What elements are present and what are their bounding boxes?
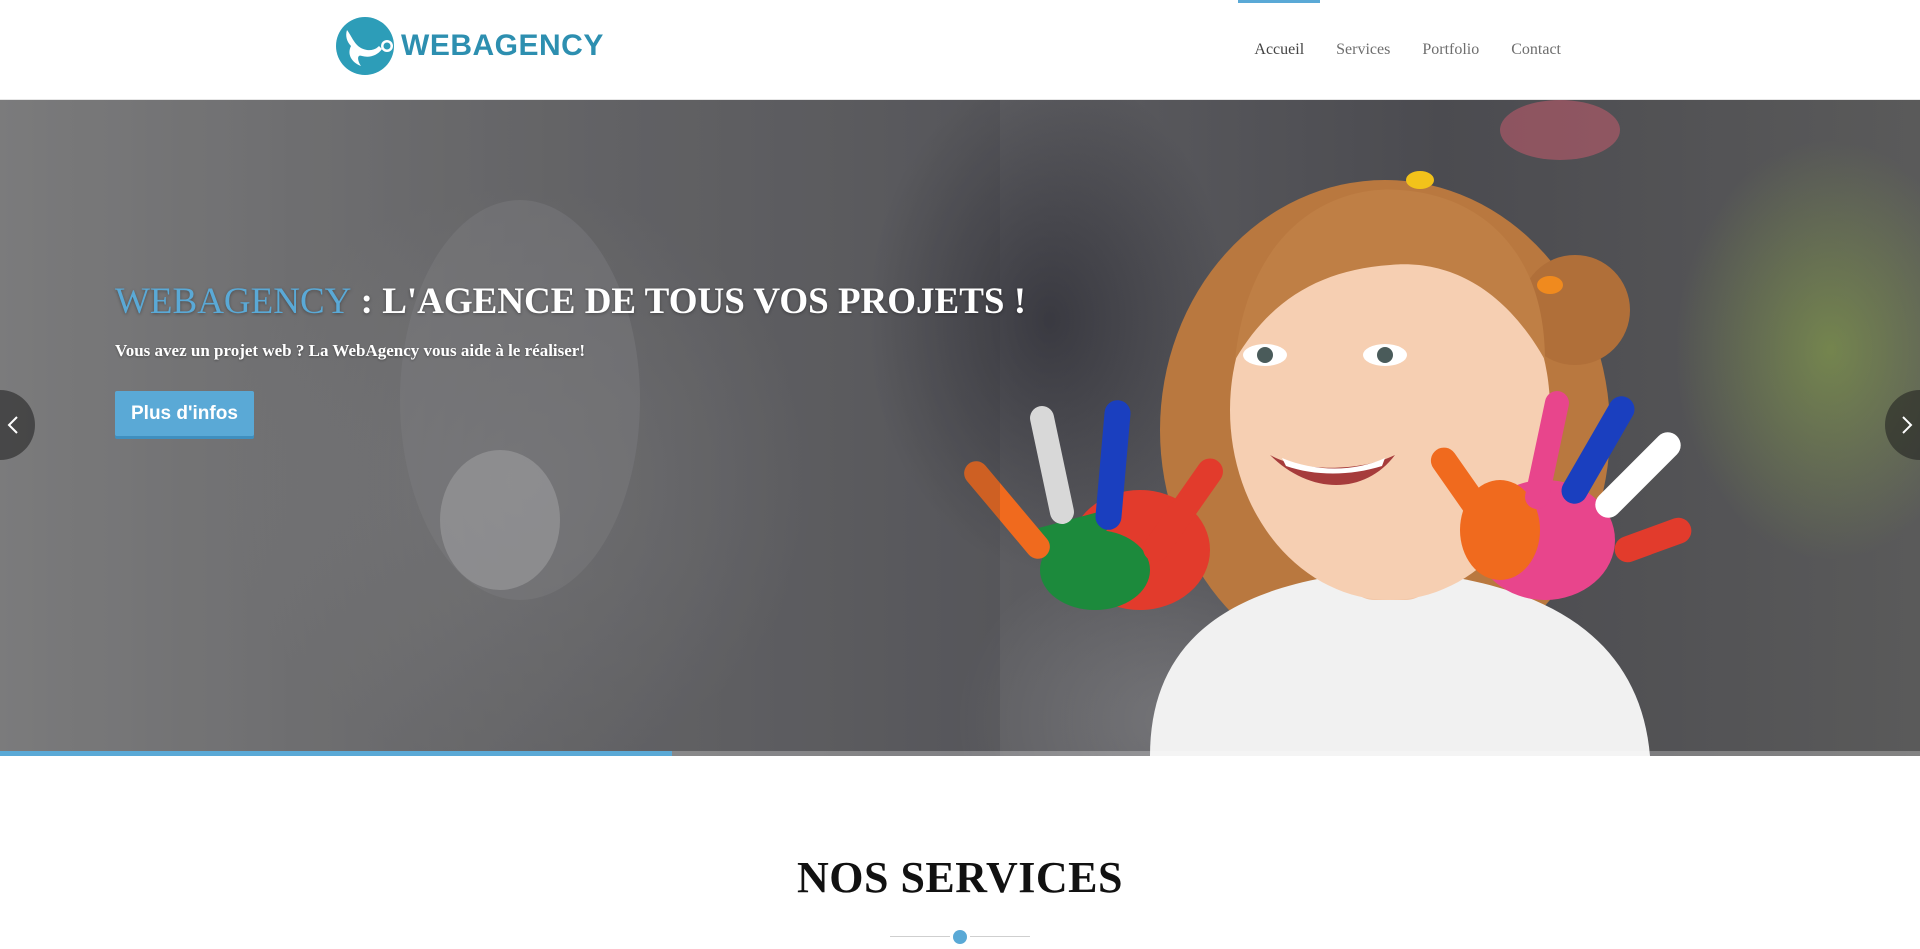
- services-title: NOS SERVICES: [796, 853, 1123, 902]
- slider-progress-bar: [0, 751, 1920, 756]
- slider-progress-fill: [0, 751, 672, 756]
- site-header: WEBAGENCY Accueil Services Portfolio Con…: [0, 0, 1920, 100]
- hero-title-text: : L'AGENCE DE TOUS VOS PROJETS !: [351, 281, 1027, 322]
- hero-slider: WEBAGENCY : L'AGENCE DE TOUS VOS PROJETS…: [0, 100, 1920, 756]
- nav-item-accueil[interactable]: Accueil: [1238, 0, 1320, 99]
- divider-line-right: [970, 936, 1030, 937]
- more-info-button[interactable]: Plus d'infos: [115, 391, 254, 436]
- hero-title-brand: WEBAGENCY: [115, 281, 352, 322]
- hero-image-child: [0, 100, 1692, 756]
- nav-item-services[interactable]: Services: [1320, 0, 1406, 99]
- hero-subtitle: Vous avez un projet web ? La WebAgency v…: [115, 341, 586, 360]
- logo-text: WEBAGENCY: [401, 29, 604, 62]
- logo-mark-icon: [336, 17, 394, 75]
- hero-title: WEBAGENCY : L'AGENCE DE TOUS VOS PROJETS…: [115, 280, 1026, 323]
- chevron-right-icon: [1902, 416, 1913, 434]
- section-divider: [890, 930, 1030, 944]
- divider-dot: [953, 930, 967, 944]
- logo[interactable]: WEBAGENCY: [335, 16, 604, 76]
- nav-item-contact[interactable]: Contact: [1495, 0, 1577, 99]
- chevron-left-icon: [7, 416, 18, 434]
- divider-line-left: [890, 936, 950, 937]
- nav-item-portfolio[interactable]: Portfolio: [1406, 0, 1495, 99]
- main-nav: Accueil Services Portfolio Contact: [1238, 0, 1577, 99]
